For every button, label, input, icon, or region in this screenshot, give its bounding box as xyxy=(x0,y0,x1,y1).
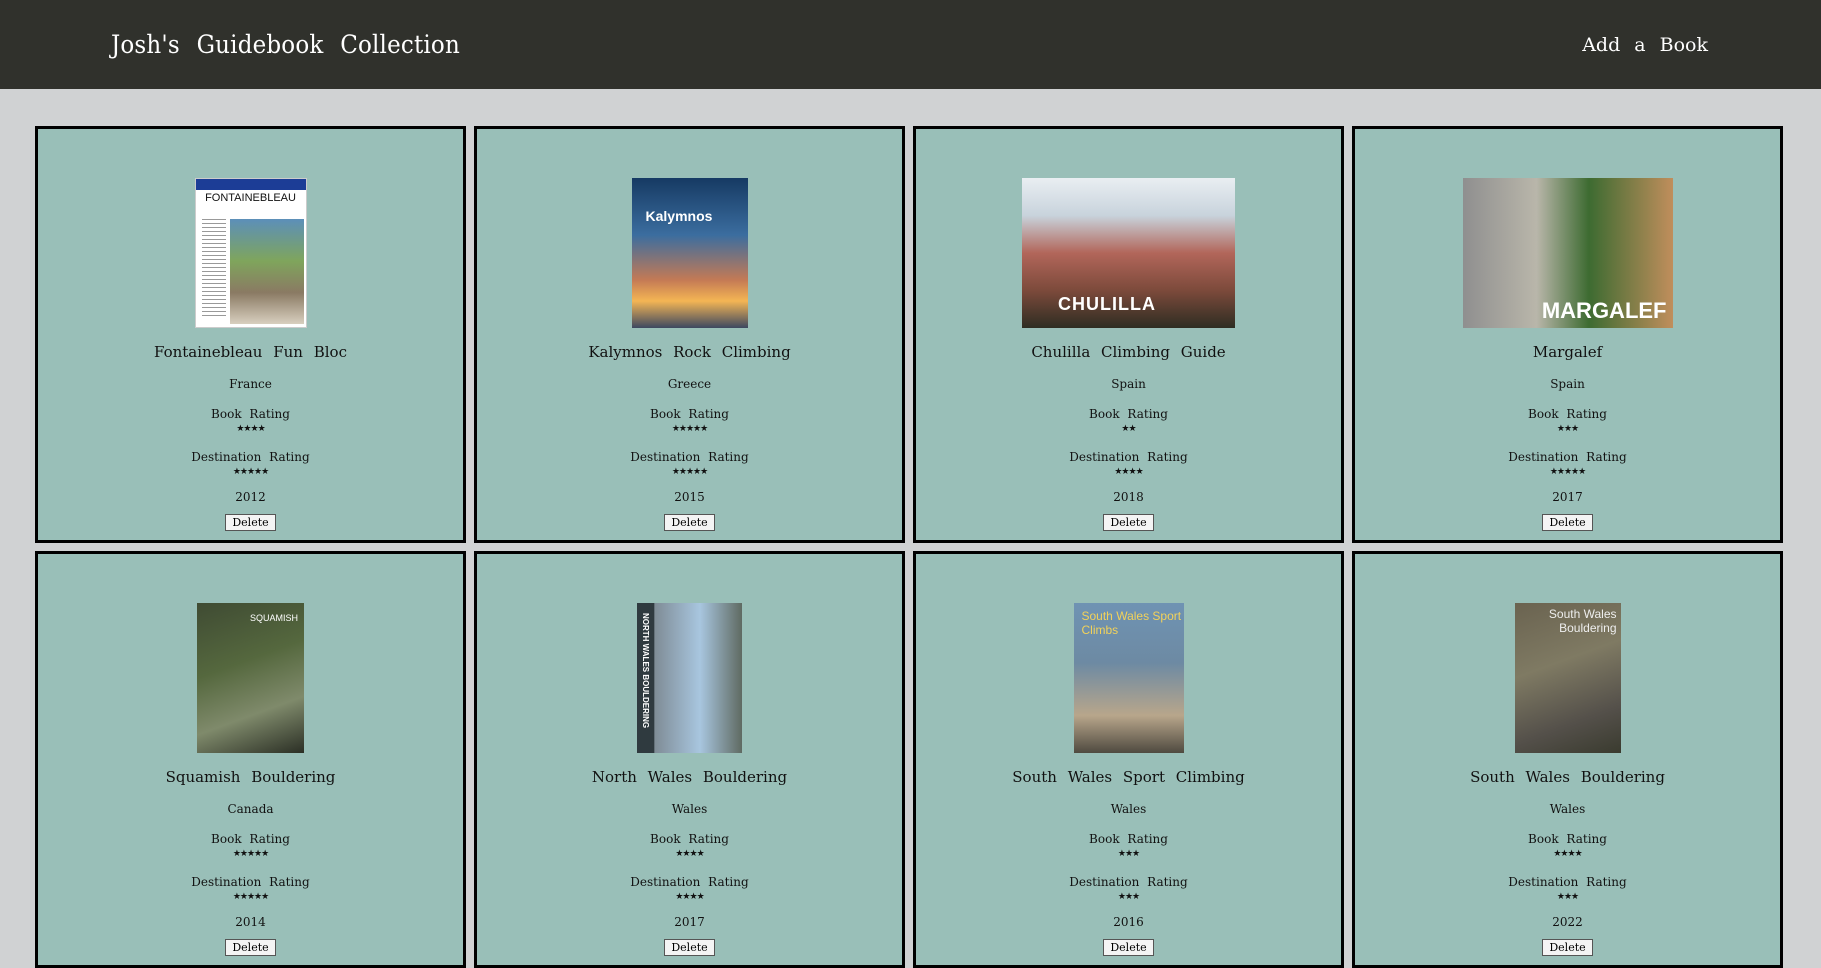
destination-rating-label: Destination Rating xyxy=(1508,450,1627,464)
book-grid: FONTAINEBLEAU Fontainebleau Fun Bloc Fra… xyxy=(35,126,1783,968)
book-rating-label: Book Rating xyxy=(1089,832,1168,846)
destination-rating-label: Destination Rating xyxy=(1069,875,1188,889)
book-year: 2022 xyxy=(1552,915,1583,929)
book-rating-label: Book Rating xyxy=(1528,407,1607,421)
book-rating-label: Book Rating xyxy=(650,832,729,846)
book-title: Margalef xyxy=(1532,343,1603,361)
destination-rating-stars: ★★★★★ xyxy=(232,892,269,902)
destination-rating-label: Destination Rating xyxy=(191,875,310,889)
delete-button[interactable]: Delete xyxy=(225,514,276,531)
delete-button[interactable]: Delete xyxy=(1542,514,1593,531)
destination-rating-label: Destination Rating xyxy=(1508,875,1627,889)
book-card: MARGALEF Margalef Spain Book Rating ★★★ … xyxy=(1352,126,1783,543)
book-rating-label: Book Rating xyxy=(211,832,290,846)
book-rating-stars: ★★ xyxy=(1121,424,1136,434)
book-rating-label: Book Rating xyxy=(650,407,729,421)
book-year: 2017 xyxy=(674,915,705,929)
book-year: 2014 xyxy=(235,915,266,929)
destination-rating-stars: ★★★ xyxy=(1556,892,1579,902)
book-rating-label: Book Rating xyxy=(1089,407,1168,421)
book-cover: SQUAMISH xyxy=(197,603,304,753)
book-rating-label: Book Rating xyxy=(211,407,290,421)
book-rating-label: Book Rating xyxy=(1528,832,1607,846)
book-country: Canada xyxy=(227,802,274,816)
book-year: 2012 xyxy=(235,490,266,504)
book-cover: FONTAINEBLEAU xyxy=(194,178,307,328)
book-cover: South Wales Bouldering xyxy=(1514,603,1621,753)
book-country: Spain xyxy=(1111,377,1146,391)
destination-rating-stars: ★★★★★ xyxy=(1549,467,1586,477)
book-country: France xyxy=(229,377,272,391)
book-card: Kalymnos Kalymnos Rock Climbing Greece B… xyxy=(474,126,905,543)
book-rating-stars: ★★★★ xyxy=(1553,849,1582,859)
delete-button[interactable]: Delete xyxy=(664,514,715,531)
book-card: CHULILLA Chulilla Climbing Guide Spain B… xyxy=(913,126,1344,543)
book-rating-stars: ★★★★ xyxy=(236,424,265,434)
cover-title: CHULILLA xyxy=(1058,294,1156,314)
book-year: 2015 xyxy=(674,490,705,504)
book-country: Spain xyxy=(1550,377,1585,391)
cover-title: SQUAMISH xyxy=(249,613,298,623)
cover-title: Kalymnos xyxy=(645,208,713,224)
book-country: Wales xyxy=(671,802,708,816)
destination-rating-stars: ★★★★ xyxy=(1114,467,1143,477)
book-cover: Kalymnos xyxy=(631,178,748,328)
book-year: 2016 xyxy=(1113,915,1144,929)
site-header: Josh's Guidebook Collection Add a Book xyxy=(0,0,1821,89)
cover-title: NORTH WALES BOULDERING xyxy=(641,613,650,729)
destination-rating-label: Destination Rating xyxy=(191,450,310,464)
delete-button[interactable]: Delete xyxy=(225,939,276,956)
cover-title: South Wales Bouldering xyxy=(1548,607,1617,635)
destination-rating-stars: ★★★ xyxy=(1117,892,1140,902)
book-card: NORTH WALES BOULDERING North Wales Bould… xyxy=(474,551,905,968)
book-rating-stars: ★★★ xyxy=(1117,849,1140,859)
book-cover: South Wales Sport Climbs xyxy=(1073,603,1184,753)
book-card: South Wales Sport Climbs South Wales Spo… xyxy=(913,551,1344,968)
book-card: SQUAMISH Squamish Bouldering Canada Book… xyxy=(35,551,466,968)
site-title[interactable]: Josh's Guidebook Collection xyxy=(111,30,460,59)
book-title: Chulilla Climbing Guide xyxy=(1031,343,1226,361)
book-title: South Wales Bouldering xyxy=(1470,768,1665,786)
book-year: 2018 xyxy=(1113,490,1144,504)
book-cover: NORTH WALES BOULDERING xyxy=(637,603,742,753)
book-rating-stars: ★★★★★ xyxy=(232,849,269,859)
book-title: North Wales Bouldering xyxy=(591,768,788,786)
add-book-link[interactable]: Add a Book xyxy=(1582,34,1708,56)
book-cover: CHULILLA xyxy=(1022,178,1235,328)
destination-rating-label: Destination Rating xyxy=(630,875,749,889)
cover-title: FONTAINEBLEAU xyxy=(205,192,296,204)
book-country: Wales xyxy=(1110,802,1147,816)
cover-title: South Wales Sport Climbs xyxy=(1081,609,1182,637)
book-card: FONTAINEBLEAU Fontainebleau Fun Bloc Fra… xyxy=(35,126,466,543)
book-title: Squamish Bouldering xyxy=(165,768,336,786)
delete-button[interactable]: Delete xyxy=(664,939,715,956)
book-country: Greece xyxy=(667,377,712,391)
book-rating-stars: ★★★★★ xyxy=(671,424,708,434)
cover-title: MARGALEF xyxy=(1541,298,1667,323)
destination-rating-stars: ★★★★★ xyxy=(232,467,269,477)
book-rating-stars: ★★★★ xyxy=(675,849,704,859)
delete-button[interactable]: Delete xyxy=(1542,939,1593,956)
book-card: South Wales Bouldering South Wales Bould… xyxy=(1352,551,1783,968)
book-title: Fontainebleau Fun Bloc xyxy=(154,343,347,361)
destination-rating-stars: ★★★★ xyxy=(675,892,704,902)
book-year: 2017 xyxy=(1552,490,1583,504)
delete-button[interactable]: Delete xyxy=(1103,939,1154,956)
destination-rating-stars: ★★★★★ xyxy=(671,467,708,477)
book-country: Wales xyxy=(1549,802,1586,816)
book-title: South Wales Sport Climbing xyxy=(1012,768,1245,786)
destination-rating-label: Destination Rating xyxy=(630,450,749,464)
book-rating-stars: ★★★ xyxy=(1556,424,1579,434)
delete-button[interactable]: Delete xyxy=(1103,514,1154,531)
book-cover: MARGALEF xyxy=(1462,178,1673,328)
destination-rating-label: Destination Rating xyxy=(1069,450,1188,464)
book-title: Kalymnos Rock Climbing xyxy=(588,343,791,361)
